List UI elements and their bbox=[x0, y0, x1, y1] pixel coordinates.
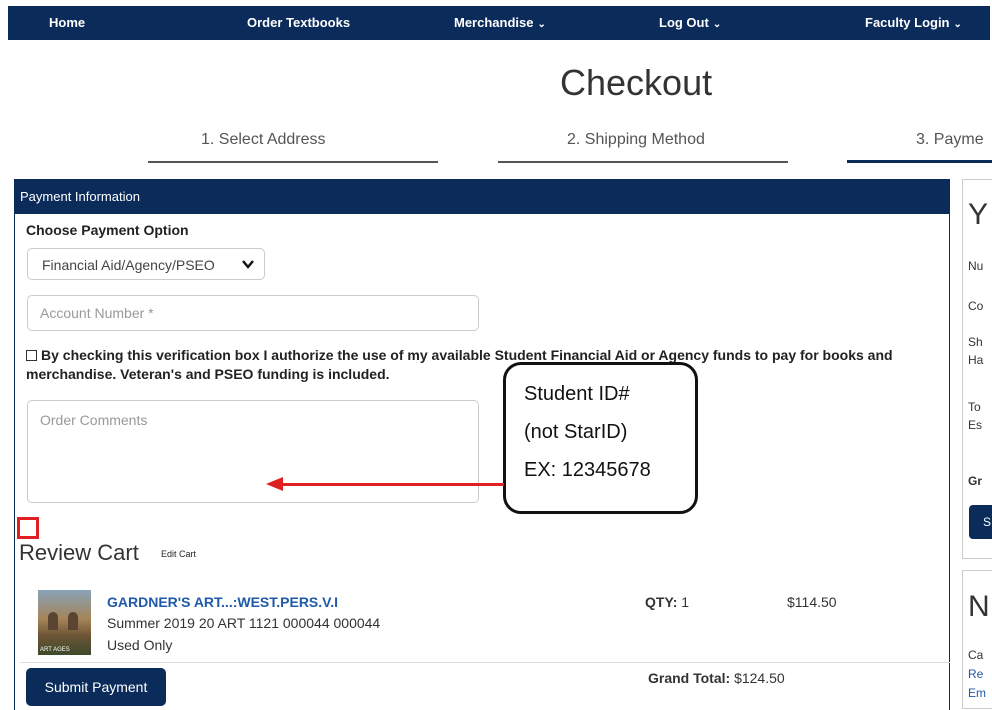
step-payment[interactable]: 3. Payme bbox=[916, 131, 984, 149]
summary-line: Sh bbox=[968, 335, 983, 349]
verification-text: By checking this verification box I auth… bbox=[26, 347, 893, 382]
page-title: Checkout bbox=[560, 62, 713, 103]
nav-logout[interactable]: Log Out ⌄ bbox=[659, 6, 721, 40]
chevron-down-icon: ⌄ bbox=[953, 19, 962, 30]
book-cover-image: ART AGES bbox=[38, 590, 91, 655]
cart-item-condition: Used Only bbox=[107, 637, 173, 653]
review-cart-heading: Review Cart bbox=[19, 540, 139, 565]
cart-item-term: Summer 2019 20 ART 1121 000044 000044 bbox=[107, 615, 381, 631]
account-number-placeholder: Account Number * bbox=[40, 305, 154, 321]
top-nav: Home Order Textbooks Merchandise ⌄ Log Ou… bbox=[8, 6, 990, 40]
notes-link[interactable]: Em bbox=[968, 686, 986, 700]
cover-arch bbox=[68, 612, 78, 630]
summary-line: Es bbox=[968, 418, 983, 432]
order-comments-placeholder: Order Comments bbox=[40, 412, 148, 428]
step-select-address[interactable]: 1. Select Address bbox=[201, 131, 326, 149]
order-comments-field[interactable]: Order Comments bbox=[27, 400, 479, 503]
nav-logout-label: Log Out bbox=[659, 15, 709, 30]
nav-merchandise[interactable]: Merchandise ⌄ bbox=[454, 6, 546, 40]
payment-option-value: Financial Aid/Agency/PSEO bbox=[42, 257, 215, 273]
nav-home-label: Home bbox=[49, 15, 86, 30]
order-summary-panel bbox=[962, 179, 992, 559]
summary-submit-button[interactable]: S bbox=[969, 505, 992, 539]
grand-total: Grand Total: $124.50 bbox=[648, 670, 785, 686]
nav-order-textbooks-label: Order Textbooks bbox=[247, 15, 351, 30]
summary-line: Nu bbox=[968, 259, 984, 273]
qty-label: QTY: bbox=[645, 594, 678, 610]
nav-home[interactable]: Home bbox=[49, 6, 85, 40]
cover-arch bbox=[48, 612, 58, 630]
cover-text: ART AGES bbox=[40, 647, 70, 653]
summary-grand-label: Gr bbox=[968, 474, 983, 488]
nav-order-textbooks[interactable]: Order Textbooks bbox=[247, 6, 350, 40]
qty-value: 1 bbox=[681, 594, 690, 610]
notes-link[interactable]: Re bbox=[968, 667, 983, 681]
payment-panel-header: Payment Information bbox=[15, 180, 949, 214]
chevron-down-icon: ⌄ bbox=[712, 19, 722, 30]
callout-line: Student ID# bbox=[524, 383, 630, 405]
cart-item-qty: QTY: 1 bbox=[645, 594, 689, 610]
callout-line: EX: 12345678 bbox=[524, 459, 651, 481]
annotation-arrow-head bbox=[266, 477, 283, 491]
summary-line: Co bbox=[968, 299, 984, 313]
callout-line: (not StarID) bbox=[524, 421, 628, 443]
summary-line: To bbox=[968, 400, 981, 414]
cart-item-title[interactable]: GARDNER'S ART...:WEST.PERS.V.I bbox=[107, 594, 338, 610]
notes-heading: N bbox=[968, 590, 990, 623]
verification-checkbox[interactable] bbox=[26, 350, 37, 361]
payment-option-select[interactable]: Financial Aid/Agency/PSEO bbox=[27, 248, 265, 280]
step-underline bbox=[148, 161, 438, 163]
chevron-down-icon: ⌄ bbox=[537, 19, 546, 30]
grand-total-label: Grand Total: bbox=[648, 670, 731, 686]
submit-payment-button[interactable]: Submit Payment bbox=[26, 668, 166, 706]
annotation-arrow bbox=[282, 483, 504, 486]
summary-line: Ha bbox=[968, 353, 984, 367]
nav-faculty-login[interactable]: Faculty Login ⌄ bbox=[865, 6, 962, 40]
cart-item-price: $114.50 bbox=[787, 594, 837, 610]
payment-panel-title: Payment Information bbox=[20, 189, 140, 204]
account-number-field[interactable]: Account Number * bbox=[27, 295, 479, 331]
step-underline bbox=[498, 161, 788, 163]
annotation-highlight-box bbox=[17, 517, 39, 539]
verification-row: By checking this verification box I auth… bbox=[26, 346, 906, 384]
edit-cart-link[interactable]: Edit Cart bbox=[161, 549, 196, 559]
step-underline-active bbox=[847, 160, 992, 163]
step-shipping-method[interactable]: 2. Shipping Method bbox=[567, 131, 705, 149]
student-id-callout: Student ID# (not StarID) EX: 12345678 bbox=[503, 362, 698, 514]
choose-payment-label: Choose Payment Option bbox=[26, 222, 189, 238]
grand-total-value: $124.50 bbox=[734, 670, 785, 686]
nav-merchandise-label: Merchandise bbox=[454, 15, 534, 30]
chevron-down-icon bbox=[242, 249, 254, 292]
divider bbox=[20, 662, 950, 663]
order-summary-heading: Y bbox=[968, 198, 989, 231]
notes-line: Ca bbox=[968, 648, 984, 662]
nav-faculty-login-label: Faculty Login bbox=[865, 15, 950, 30]
